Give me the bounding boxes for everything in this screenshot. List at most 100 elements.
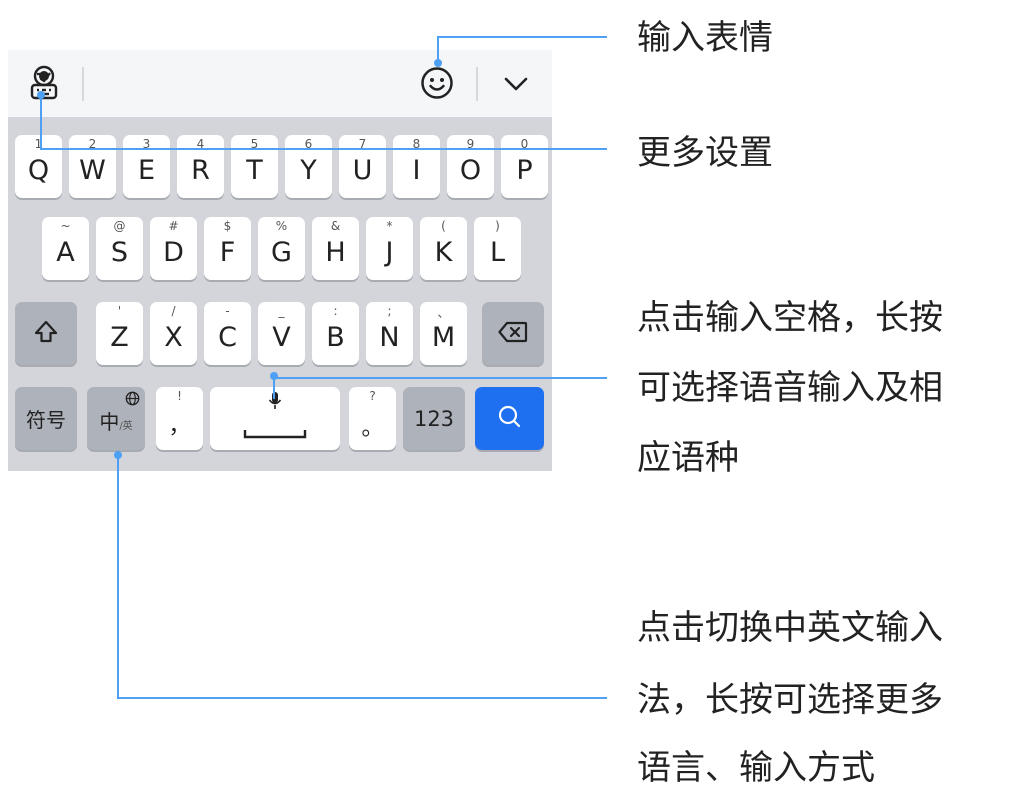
search-key[interactable]: [475, 387, 544, 450]
key-z[interactable]: ' Z: [96, 302, 143, 365]
key-label: G: [271, 237, 292, 268]
key-label: H: [325, 237, 346, 268]
backspace-icon: [498, 321, 528, 347]
key-w[interactable]: 2 W: [69, 135, 116, 198]
key-hint: !: [177, 389, 182, 403]
chevron-down-icon[interactable]: [500, 68, 532, 100]
key-label: Z: [110, 322, 129, 353]
key-label: C: [218, 322, 237, 353]
key-hint: ?: [369, 389, 376, 403]
emoji-callout-line: [437, 36, 607, 38]
key-f[interactable]: $ F: [204, 217, 251, 280]
key-s[interactable]: @ S: [96, 217, 143, 280]
key-a[interactable]: ~ A: [42, 217, 89, 280]
backspace-key[interactable]: [482, 302, 544, 365]
callout-lang-line2: 法，长按可选择更多: [637, 680, 943, 720]
key-j[interactable]: * J: [366, 217, 413, 280]
key-label: J: [385, 237, 394, 268]
lang-sub-label: /英: [119, 421, 133, 432]
key-hint: #: [168, 219, 179, 233]
key-label: F: [219, 237, 236, 268]
key-label: K: [434, 237, 453, 268]
lang-main-label: 中: [99, 410, 120, 434]
toolbar-divider: [476, 67, 478, 101]
emoji-icon[interactable]: [418, 64, 456, 102]
key-label: B: [326, 322, 345, 353]
key-r[interactable]: 4 R: [177, 135, 224, 198]
keyboard: 1 Q 2 W 3 E 4 R 5 T 6 Y 7 U 8 I 9 O 0 P …: [8, 50, 552, 471]
key-n[interactable]: ; N: [366, 302, 413, 365]
toolbar-divider: [82, 67, 84, 101]
comma-key[interactable]: ! ，: [156, 387, 203, 450]
key-x[interactable]: / X: [150, 302, 197, 365]
key-label: T: [246, 155, 263, 186]
emoji-callout-dot: [434, 59, 442, 67]
key-label: V: [272, 322, 291, 353]
mic-icon: [210, 391, 340, 415]
key-hint: :: [333, 304, 338, 318]
key-c[interactable]: - C: [204, 302, 251, 365]
callout-lang-line1: 点击切换中英文输入: [637, 608, 943, 648]
key-hint: ): [495, 219, 500, 233]
lang-callout-dot: [114, 451, 122, 459]
shift-icon: [33, 319, 59, 349]
symbols-key[interactable]: 符号: [15, 387, 77, 450]
key-label: I: [412, 155, 421, 186]
key-h[interactable]: & H: [312, 217, 359, 280]
key-hint: *: [386, 219, 393, 233]
key-m[interactable]: 、 M: [420, 302, 467, 365]
key-hint: %: [275, 219, 288, 233]
period-key[interactable]: ? 。: [349, 387, 396, 450]
callout-space-line2: 可选择语音输入及相: [637, 368, 943, 408]
globe-icon: [125, 391, 140, 410]
key-q[interactable]: 1 Q: [15, 135, 62, 198]
key-label: N: [379, 322, 400, 353]
key-label: U: [352, 155, 373, 186]
key-label: Q: [27, 155, 50, 186]
key-b[interactable]: : B: [312, 302, 359, 365]
language-switch-key[interactable]: 中/英: [87, 387, 145, 450]
key-label: L: [489, 237, 506, 268]
key-label: P: [516, 155, 533, 186]
space-callout-line: [273, 377, 607, 379]
key-o[interactable]: 9 O: [447, 135, 494, 198]
key-hint: ': [117, 304, 122, 318]
key-k[interactable]: ( K: [420, 217, 467, 280]
key-label: W: [79, 155, 106, 186]
key-hint: -: [225, 304, 230, 318]
key-label: Y: [300, 155, 317, 186]
key-t[interactable]: 5 T: [231, 135, 278, 198]
callout-space-line1: 点击输入空格，长按: [637, 298, 943, 338]
callout-space-line3: 应语种: [637, 438, 739, 478]
key-d[interactable]: # D: [150, 217, 197, 280]
key-label: R: [191, 155, 210, 186]
key-u[interactable]: 7 U: [339, 135, 386, 198]
key-l[interactable]: ) L: [474, 217, 521, 280]
comma-label: ，: [168, 413, 191, 439]
key-label: O: [459, 155, 482, 186]
callout-emoji: 输入表情: [637, 18, 773, 58]
numbers-key[interactable]: 123: [403, 387, 465, 450]
period-label: 。: [361, 415, 384, 441]
key-label: M: [431, 322, 456, 353]
key-hint: 、: [437, 306, 450, 320]
space-callout-line: [273, 377, 275, 399]
key-e[interactable]: 3 E: [123, 135, 170, 198]
settings-callout-line: [40, 148, 607, 150]
callout-settings: 更多设置: [637, 133, 773, 173]
key-p[interactable]: 0 P: [501, 135, 548, 198]
key-hint: (: [441, 219, 446, 233]
key-hint: ~: [60, 219, 71, 233]
key-label: S: [110, 237, 129, 268]
settings-callout-line: [40, 94, 42, 149]
key-y[interactable]: 6 Y: [285, 135, 332, 198]
key-v[interactable]: _ V: [258, 302, 305, 365]
key-i[interactable]: 8 I: [393, 135, 440, 198]
space-key[interactable]: [210, 387, 340, 450]
key-hint: /: [171, 304, 176, 318]
space-bar-icon: [243, 425, 307, 444]
callout-lang-line3: 语言、输入方式: [637, 748, 875, 788]
shift-key[interactable]: [15, 302, 77, 365]
key-g[interactable]: % G: [258, 217, 305, 280]
search-icon: [497, 404, 523, 434]
